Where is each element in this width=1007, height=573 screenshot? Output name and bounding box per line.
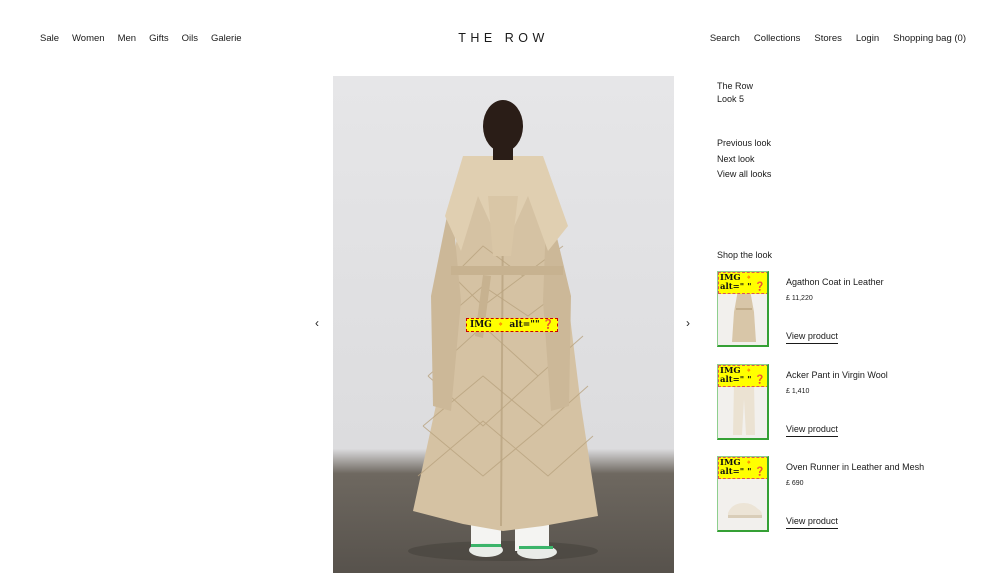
product-price: £ 690 <box>786 480 804 487</box>
look-image: IMG 🔸 alt="" ❓ <box>333 76 674 573</box>
product-price: £ 11,220 <box>786 295 813 302</box>
product-card: IMG 🔸 alt=" " ❓ Oven Runner in Leather a… <box>717 456 977 534</box>
stores-link[interactable]: Stores <box>814 33 841 44</box>
product-price: £ 1,410 <box>786 388 810 395</box>
collection-name: The Row <box>717 81 754 91</box>
product-name[interactable]: Agathon Coat in Leather <box>786 277 884 287</box>
login-link[interactable]: Login <box>856 33 879 44</box>
shopping-bag-link[interactable]: Shopping bag (0) <box>893 33 966 44</box>
view-product-link[interactable]: View product <box>786 424 838 437</box>
image-alt-badge: IMG 🔸 alt=" " ❓ <box>718 365 767 387</box>
collections-link[interactable]: Collections <box>754 33 800 44</box>
product-name[interactable]: Oven Runner in Leather and Mesh <box>786 462 924 472</box>
image-alt-badge: IMG 🔸 alt=" " ❓ <box>718 272 767 294</box>
product-thumbnail[interactable]: IMG 🔸 alt=" " ❓ <box>717 364 769 440</box>
look-navigation: Previous look Next look View all looks <box>717 136 771 183</box>
next-look-link[interactable]: Next look <box>717 152 771 168</box>
image-alt-badge: IMG 🔸 alt=" " ❓ <box>718 457 767 479</box>
look-number: Look 5 <box>717 94 745 104</box>
search-link[interactable]: Search <box>710 33 740 44</box>
product-thumbnail[interactable]: IMG 🔸 alt=" " ❓ <box>717 271 769 347</box>
utility-nav: Search Collections Stores Login Shopping… <box>696 33 966 44</box>
product-thumbnail[interactable]: IMG 🔸 alt=" " ❓ <box>717 456 769 532</box>
look-info: The Row Look 5 <box>717 80 753 106</box>
view-product-link[interactable]: View product <box>786 331 838 344</box>
image-alt-badge: IMG 🔸 alt="" ❓ <box>466 318 558 332</box>
product-card: IMG 🔸 alt=" " ❓ Agathon Coat in Leather … <box>717 271 977 349</box>
product-name[interactable]: Acker Pant in Virgin Wool <box>786 370 888 380</box>
view-all-looks-link[interactable]: View all looks <box>717 167 771 183</box>
previous-look-link[interactable]: Previous look <box>717 136 771 152</box>
view-product-link[interactable]: View product <box>786 516 838 529</box>
next-image-arrow[interactable]: › <box>686 316 690 330</box>
product-card: IMG 🔸 alt=" " ❓ Acker Pant in Virgin Woo… <box>717 364 977 442</box>
previous-image-arrow[interactable]: ‹ <box>315 316 319 330</box>
shop-the-look-heading: Shop the look <box>717 250 773 260</box>
